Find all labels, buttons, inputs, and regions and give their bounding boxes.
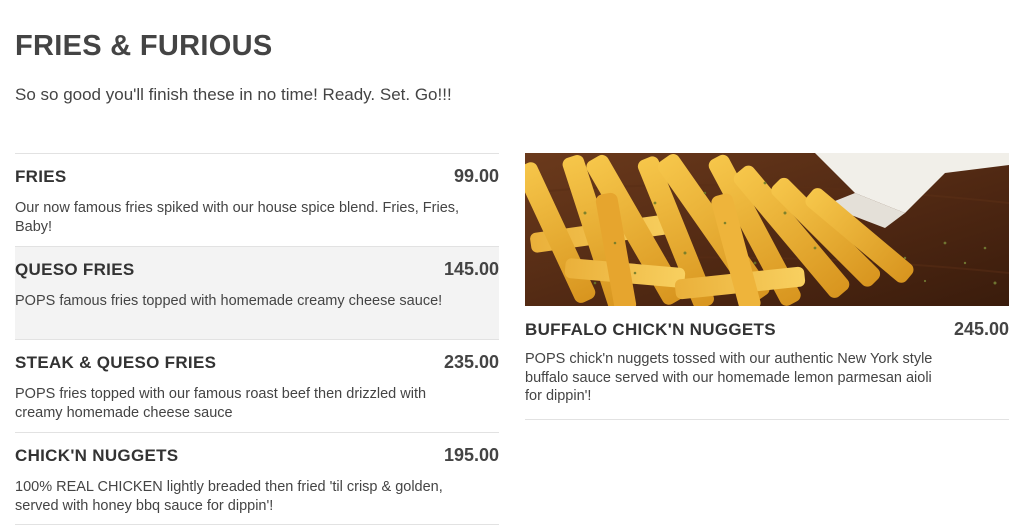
- item-description: Our now famous fries spiked with our hou…: [15, 200, 460, 235]
- menu-item-buffalo-chickn-nuggets[interactable]: BUFFALO CHICK'N NUGGETS 245.00 POPS chic…: [525, 153, 1009, 420]
- item-price: 235.00: [443, 352, 499, 372]
- menu-item-queso-fries[interactable]: QUESO FRIES 145.00 POPS famous fries top…: [15, 246, 499, 339]
- section-subtitle: So so good you'll finish these in no tim…: [15, 85, 452, 104]
- item-description: POPS famous fries topped with homemade c…: [15, 293, 443, 309]
- fries-photo-icon[interactable]: [525, 153, 1009, 306]
- featured-column: BUFFALO CHICK'N NUGGETS 245.00 POPS chic…: [525, 153, 1009, 420]
- section-title: FRIES & FURIOUS: [15, 30, 273, 62]
- menu-item-chickn-nuggets[interactable]: CHICK'N NUGGETS 195.00 100% REAL CHICKEN…: [15, 432, 499, 525]
- menu-page: FRIES & FURIOUS So so good you'll finish…: [0, 0, 1024, 532]
- menu-item-fries[interactable]: FRIES 99.00 Our now famous fries spiked …: [15, 153, 499, 246]
- item-name: QUESO FRIES: [15, 260, 135, 279]
- item-description: 100% REAL CHICKEN lightly breaded then f…: [15, 479, 443, 514]
- item-name: BUFFALO CHICK'N NUGGETS: [525, 320, 776, 339]
- item-name: CHICK'N NUGGETS: [15, 446, 179, 465]
- item-description: POPS fries topped with our famous roast …: [15, 386, 427, 421]
- item-name: FRIES: [15, 167, 67, 186]
- menu-list: FRIES 99.00 Our now famous fries spiked …: [15, 153, 499, 525]
- menu-item-steak-queso-fries[interactable]: STEAK & QUESO FRIES 235.00 POPS fries to…: [15, 339, 499, 432]
- item-name: STEAK & QUESO FRIES: [15, 353, 217, 372]
- item-price: 245.00: [953, 319, 1009, 339]
- item-price: 195.00: [443, 445, 499, 465]
- item-description: POPS chick'n nuggets tossed with our aut…: [525, 351, 933, 404]
- item-price: 99.00: [453, 166, 499, 186]
- item-price: 145.00: [443, 259, 499, 279]
